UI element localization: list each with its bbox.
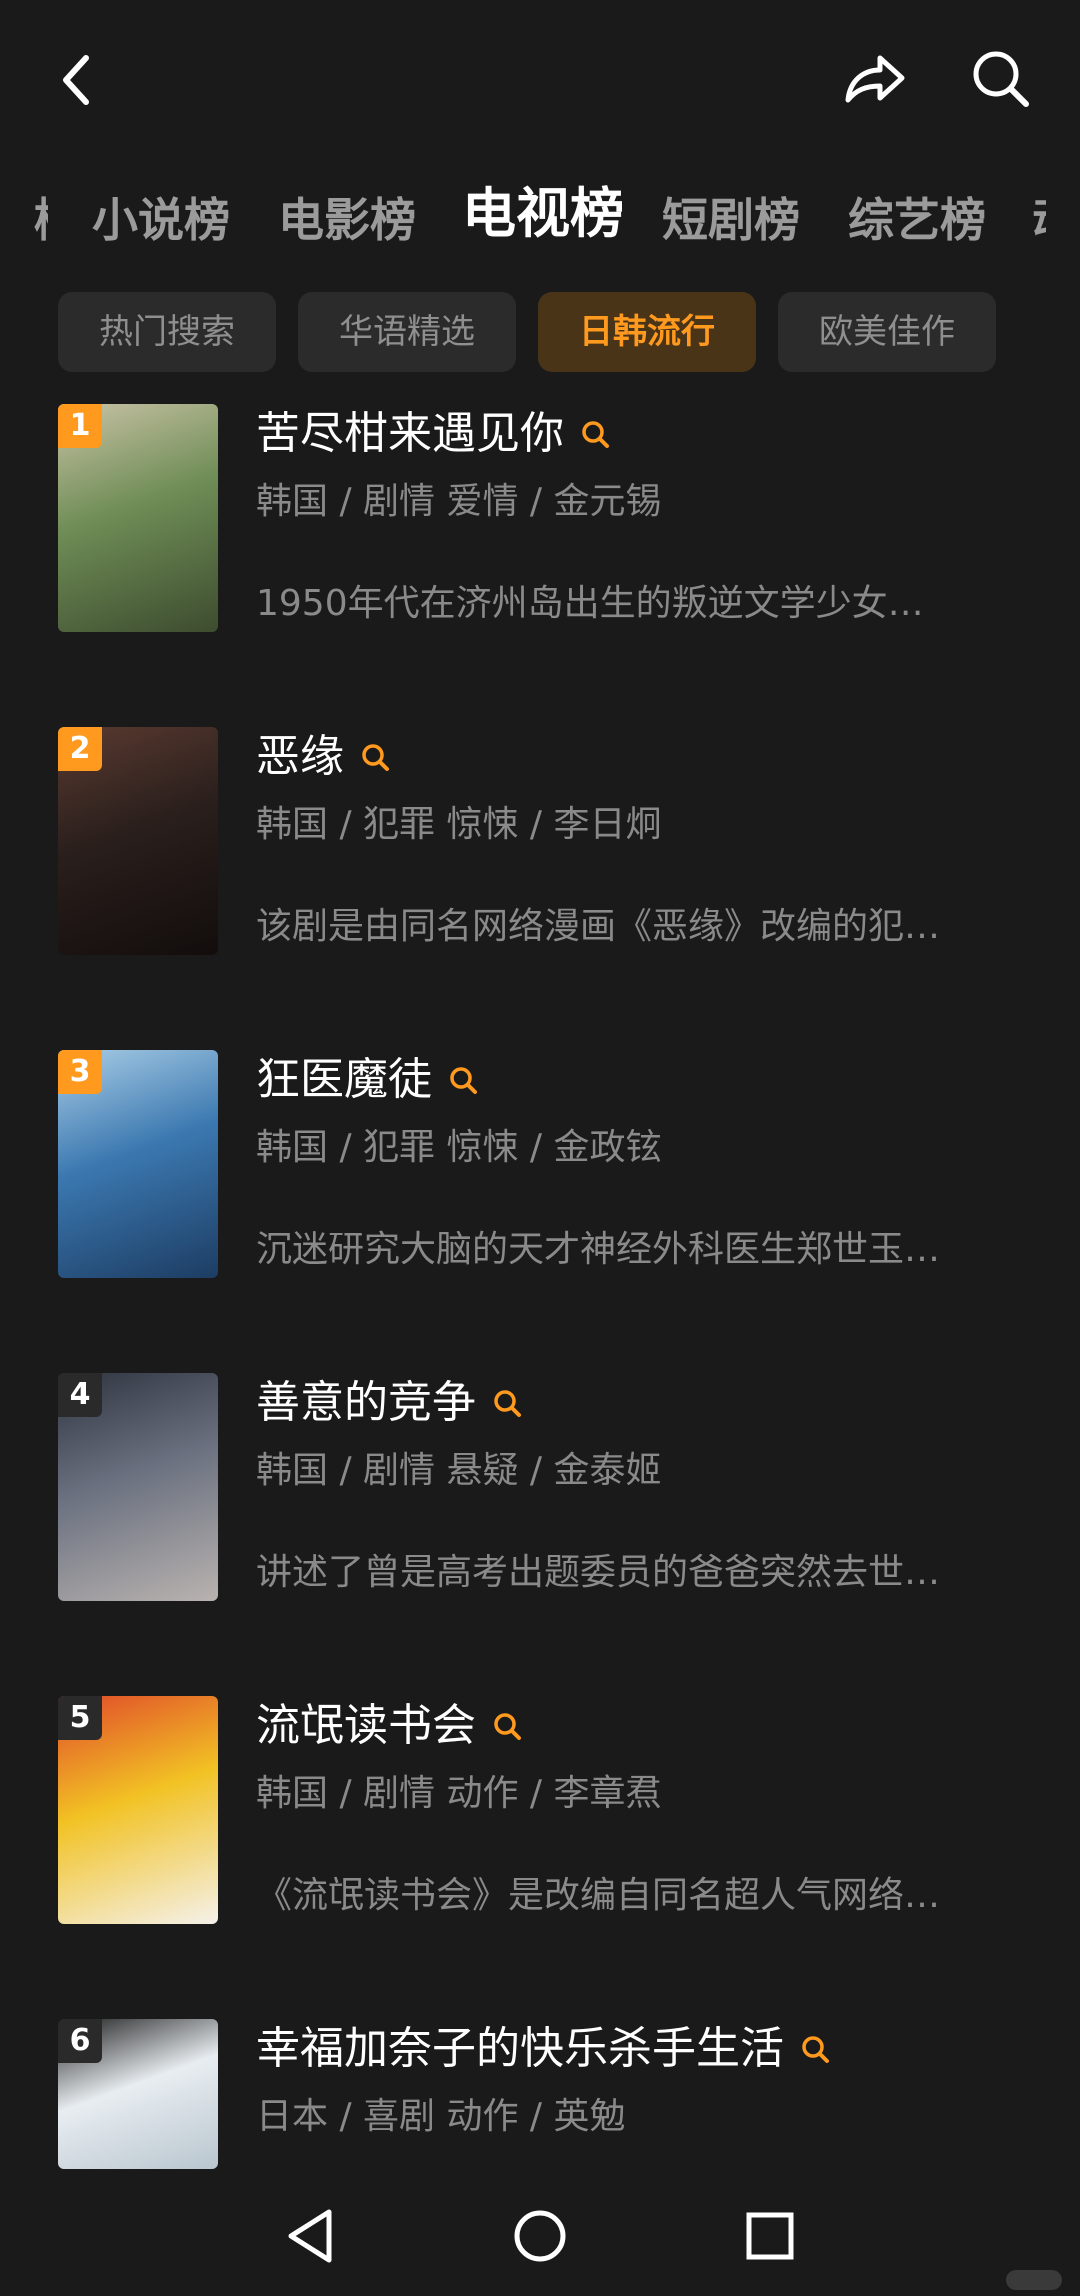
search-icon — [973, 51, 1029, 107]
circle-home-icon — [514, 2210, 566, 2262]
tab-tv[interactable]: 电视榜 — [462, 174, 624, 254]
search-icon[interactable] — [448, 1065, 478, 1095]
poster-thumbnail[interactable]: 6 — [58, 2019, 218, 2169]
item-title[interactable]: 幸福加奈子的快乐杀手生活 — [256, 2019, 830, 2079]
item-description: 《流氓读书会》是改编自同名超人气网络… — [256, 1875, 941, 1916]
triangle-back-icon — [288, 2209, 332, 2263]
list-item[interactable]: 5 流氓读书会 韩国 / 剧情 动作 / 李章焄 《流氓读书会》是改编自同名超人… — [58, 1696, 1038, 1926]
tab-short-drama[interactable]: 短剧榜 — [662, 180, 800, 260]
item-description: 1950年代在济州岛出生的叛逆文学少女… — [256, 583, 924, 624]
item-description: 该剧是由同名网络漫画《恶缘》改编的犯… — [256, 906, 941, 947]
ranking-tabs: 榜 小说榜 电影榜 电视榜 短剧榜 综艺榜 动 — [0, 180, 1080, 260]
poster-thumbnail[interactable]: 3 — [58, 1050, 218, 1278]
watermark — [1006, 2270, 1062, 2290]
item-title-text: 善意的竞争 — [256, 1377, 476, 1428]
tab-clipped-left[interactable]: 榜 — [34, 180, 48, 260]
item-title-text: 恶缘 — [256, 731, 344, 782]
item-title-text: 幸福加奈子的快乐杀手生活 — [256, 2023, 784, 2074]
share-button[interactable] — [832, 36, 916, 120]
rank-badge: 2 — [58, 727, 102, 771]
item-meta: 韩国 / 剧情 爱情 / 金元锡 — [256, 481, 662, 522]
item-meta: 日本 / 喜剧 动作 / 英勉 — [256, 2096, 626, 2137]
rank-badge: 5 — [58, 1696, 102, 1740]
poster-thumbnail[interactable]: 4 — [58, 1373, 218, 1601]
rank-badge: 1 — [58, 404, 102, 448]
share-arrow-icon — [845, 55, 905, 103]
search-icon[interactable] — [492, 1711, 522, 1741]
item-meta: 韩国 / 犯罪 惊悚 / 金政铉 — [256, 1127, 662, 1168]
tab-variety[interactable]: 综艺榜 — [848, 180, 986, 260]
tab-novel[interactable]: 小说榜 — [92, 180, 230, 260]
search-icon[interactable] — [360, 742, 390, 772]
rank-badge: 6 — [58, 2019, 102, 2063]
back-button[interactable] — [36, 40, 116, 120]
item-description: 沉迷研究大脑的天才神经外科医生郑世玉… — [256, 1229, 941, 1270]
nav-back-button[interactable] — [270, 2196, 350, 2276]
item-meta: 韩国 / 剧情 悬疑 / 金泰姬 — [256, 1450, 662, 1491]
item-title[interactable]: 狂医魔徒 — [256, 1050, 478, 1110]
poster-thumbnail[interactable]: 2 — [58, 727, 218, 955]
item-title[interactable]: 善意的竞争 — [256, 1373, 522, 1433]
item-title[interactable]: 恶缘 — [256, 727, 390, 787]
search-icon[interactable] — [492, 1388, 522, 1418]
chip-japan-korea[interactable]: 日韩流行 — [538, 292, 756, 372]
search-icon[interactable] — [800, 2034, 830, 2064]
nav-home-button[interactable] — [500, 2196, 580, 2276]
list-item[interactable]: 3 狂医魔徒 韩国 / 犯罪 惊悚 / 金政铉 沉迷研究大脑的天才神经外科医生郑… — [58, 1050, 1038, 1280]
tab-clipped-right[interactable]: 动 — [1032, 180, 1046, 260]
tab-movie[interactable]: 电影榜 — [278, 180, 416, 260]
chip-western[interactable]: 欧美佳作 — [778, 292, 996, 372]
square-recents-icon — [746, 2212, 794, 2260]
item-title-text: 苦尽柑来遇见你 — [256, 408, 564, 459]
item-description: 讲述了曾是高考出题委员的爸爸突然去世… — [256, 1552, 941, 1593]
chip-hot-search[interactable]: 热门搜索 — [58, 292, 276, 372]
poster-thumbnail[interactable]: 5 — [58, 1696, 218, 1924]
list-item[interactable]: 4 善意的竞争 韩国 / 剧情 悬疑 / 金泰姬 讲述了曾是高考出题委员的爸爸突… — [58, 1373, 1038, 1603]
poster-thumbnail[interactable]: 1 — [58, 404, 218, 632]
item-title[interactable]: 苦尽柑来遇见你 — [256, 404, 610, 464]
chevron-left-icon — [63, 55, 89, 105]
item-meta: 韩国 / 犯罪 惊悚 / 李日炯 — [256, 804, 662, 845]
item-title-text: 狂医魔徒 — [256, 1054, 432, 1105]
item-meta: 韩国 / 剧情 动作 / 李章焄 — [256, 1773, 662, 1814]
system-nav-bar — [0, 2176, 1080, 2296]
nav-recents-button[interactable] — [730, 2196, 810, 2276]
rank-badge: 3 — [58, 1050, 102, 1094]
search-icon[interactable] — [580, 419, 610, 449]
rank-badge: 4 — [58, 1373, 102, 1417]
list-item[interactable]: 2 恶缘 韩国 / 犯罪 惊悚 / 李日炯 该剧是由同名网络漫画《恶缘》改编的犯… — [58, 727, 1038, 957]
item-title-text: 流氓读书会 — [256, 1700, 476, 1751]
search-button[interactable] — [958, 36, 1042, 120]
chip-chinese-picks[interactable]: 华语精选 — [298, 292, 516, 372]
item-title[interactable]: 流氓读书会 — [256, 1696, 522, 1756]
list-item[interactable]: 1 苦尽柑来遇见你 韩国 / 剧情 爱情 / 金元锡 1950年代在济州岛出生的… — [58, 404, 1038, 634]
